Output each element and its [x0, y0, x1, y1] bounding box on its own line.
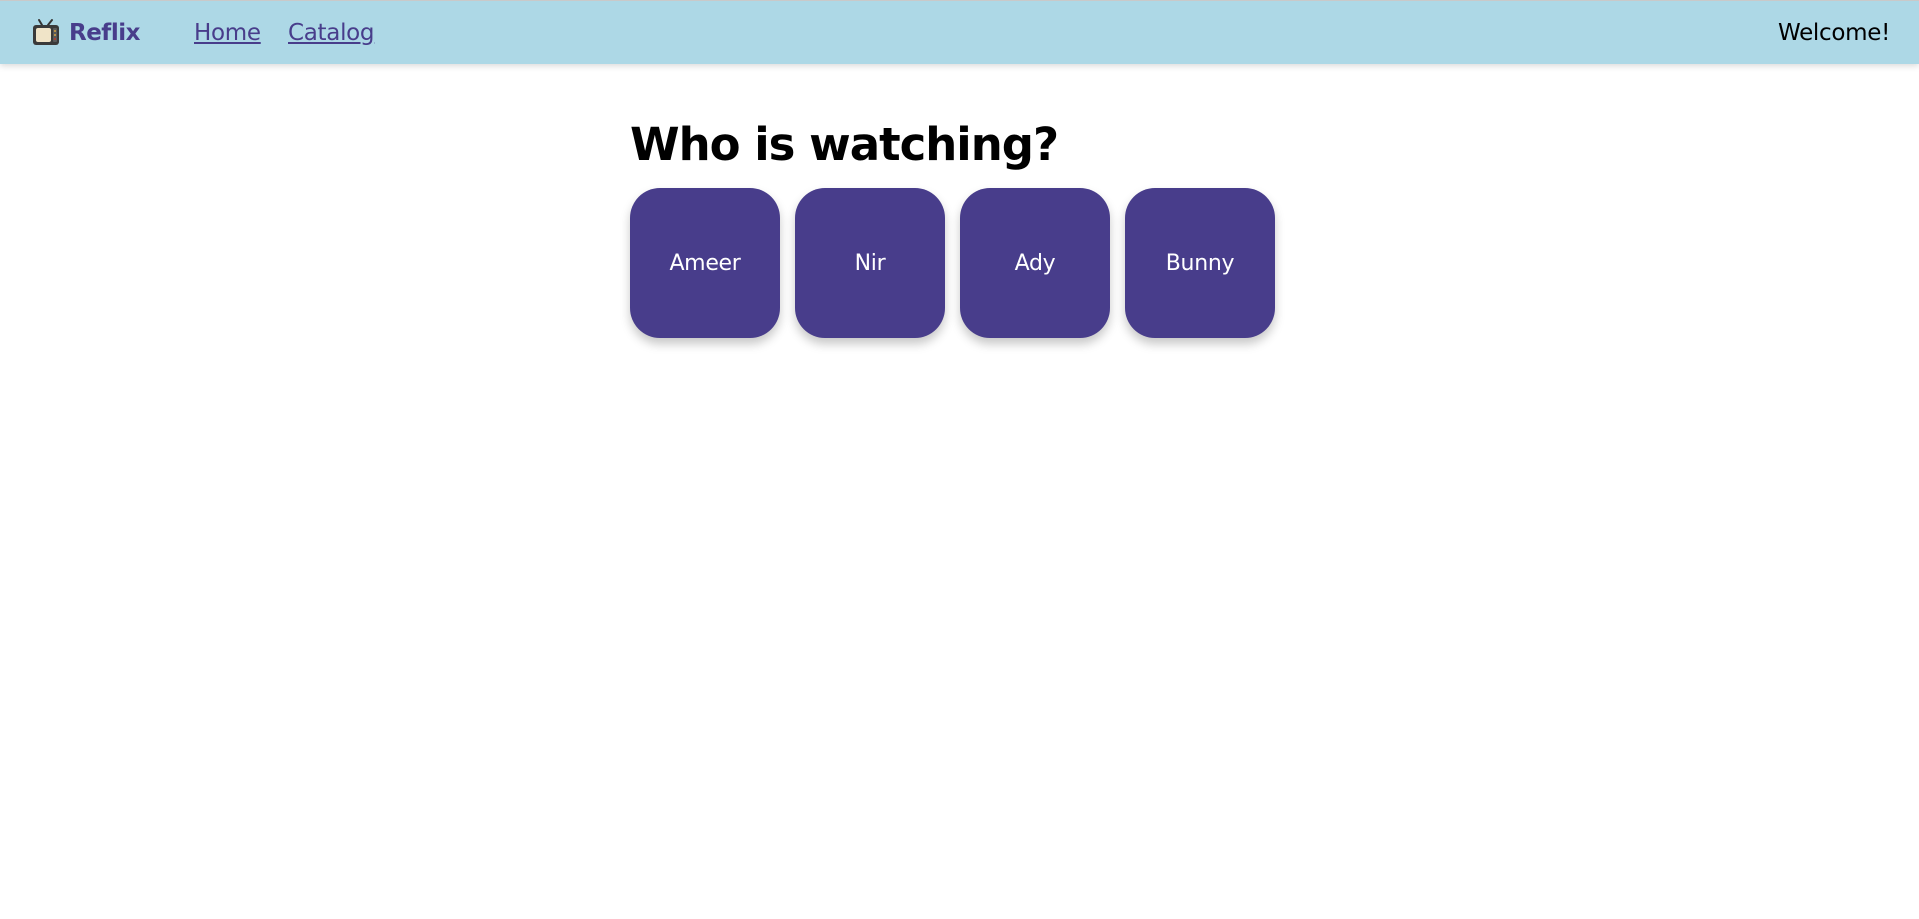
- profile-selection: Who is watching? Ameer Nir Ady Bunny: [630, 110, 1275, 338]
- brand-name: Reflix: [69, 20, 140, 46]
- nav-link-home[interactable]: Home: [194, 20, 261, 46]
- top-navbar: Reflix Home Catalog Welcome!: [0, 0, 1919, 64]
- nav-link-catalog[interactable]: Catalog: [288, 20, 375, 46]
- profile-card-nir[interactable]: Nir: [795, 188, 945, 338]
- profile-list: Ameer Nir Ady Bunny: [630, 188, 1275, 338]
- profile-card-bunny[interactable]: Bunny: [1125, 188, 1275, 338]
- profile-card-ameer[interactable]: Ameer: [630, 188, 780, 338]
- tv-icon: [31, 18, 61, 48]
- profile-card-ady[interactable]: Ady: [960, 188, 1110, 338]
- page-title: Who is watching?: [630, 118, 1059, 171]
- welcome-text: Welcome!: [1777, 20, 1890, 46]
- brand-logo-link[interactable]: Reflix: [31, 17, 140, 49]
